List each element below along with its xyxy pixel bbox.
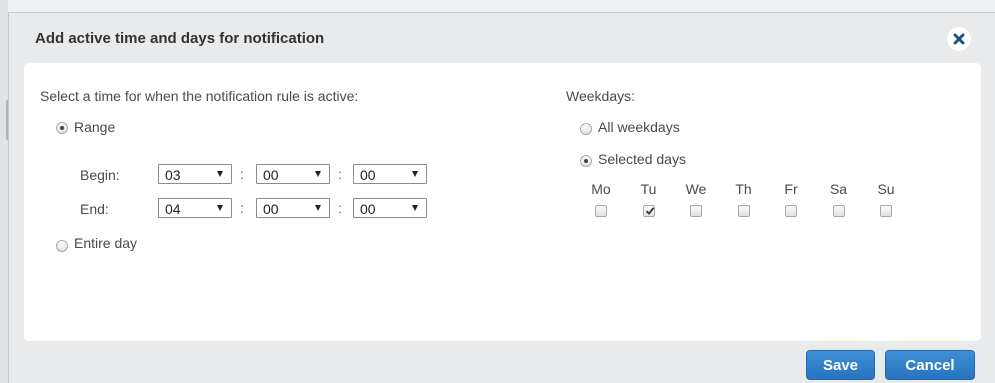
weekday-checkbox-tu[interactable]	[642, 205, 655, 217]
weekday-label-mo: Mo	[591, 181, 611, 197]
begin-minute-value: 00	[263, 167, 279, 183]
weekday-checkbox-mo[interactable]	[595, 205, 607, 217]
weekday-checkbox-sa[interactable]	[832, 205, 845, 217]
end-hour-select[interactable]: 04	[158, 198, 232, 218]
weekday-checkbox-su[interactable]	[880, 205, 892, 217]
begin-minute-select[interactable]: 00	[256, 164, 330, 184]
selected-days-radio[interactable]	[580, 155, 592, 167]
all-weekdays-radio[interactable]	[580, 123, 592, 135]
entire-day-radio[interactable]	[56, 240, 68, 252]
chevron-down-icon	[412, 205, 418, 211]
weekdays-heading: Weekdays:	[566, 88, 635, 104]
cancel-button[interactable]: Cancel	[885, 350, 975, 380]
save-button[interactable]: Save	[806, 350, 875, 380]
time-separator: :	[338, 200, 342, 216]
weekday-label-su: Su	[877, 181, 895, 197]
notification-time-dialog: Add active time and days for notificatio…	[8, 12, 995, 383]
selected-days-label: Selected days	[598, 151, 686, 167]
weekday-checkbox-fr[interactable]	[785, 205, 797, 217]
chevron-down-icon	[315, 205, 321, 211]
end-label: End:	[80, 201, 109, 217]
begin-second-select[interactable]: 00	[353, 164, 427, 184]
begin-hour-value: 03	[165, 167, 181, 183]
time-separator: :	[338, 166, 342, 182]
entire-day-label: Entire day	[74, 235, 138, 251]
chevron-down-icon	[217, 171, 223, 177]
weekday-label-tu: Tu	[640, 181, 657, 197]
weekday-label-sa: Sa	[829, 181, 848, 197]
weekday-label-fr: Fr	[784, 181, 798, 197]
weekday-label-th: Th	[735, 181, 752, 197]
checkmark-icon	[645, 207, 654, 215]
chevron-down-icon	[315, 171, 321, 177]
end-second-value: 00	[360, 201, 376, 217]
all-weekdays-label: All weekdays	[598, 119, 680, 135]
begin-label: Begin:	[80, 167, 120, 183]
time-separator: :	[240, 166, 244, 182]
end-minute-value: 00	[263, 201, 279, 217]
chevron-down-icon	[412, 171, 418, 177]
time-separator: :	[240, 200, 244, 216]
time-prompt: Select a time for when the notification …	[40, 88, 359, 104]
range-radio[interactable]	[56, 122, 68, 134]
range-label: Range	[74, 119, 116, 135]
close-button[interactable]	[947, 27, 971, 51]
end-second-select[interactable]: 00	[353, 198, 427, 218]
weekday-checkbox-th[interactable]	[737, 205, 750, 217]
begin-second-value: 00	[360, 167, 376, 183]
end-minute-select[interactable]: 00	[256, 198, 330, 218]
weekday-checkbox-we[interactable]	[690, 205, 702, 217]
begin-hour-select[interactable]: 03	[158, 164, 232, 184]
weekday-label-we: We	[685, 181, 707, 197]
chevron-down-icon	[217, 205, 223, 211]
dialog-content: Select a time for when the notification …	[24, 63, 981, 341]
dialog-title: Add active time and days for notificatio…	[35, 30, 325, 47]
background-sidebar	[0, 0, 8, 383]
close-icon	[953, 33, 965, 45]
end-hour-value: 04	[165, 201, 181, 217]
